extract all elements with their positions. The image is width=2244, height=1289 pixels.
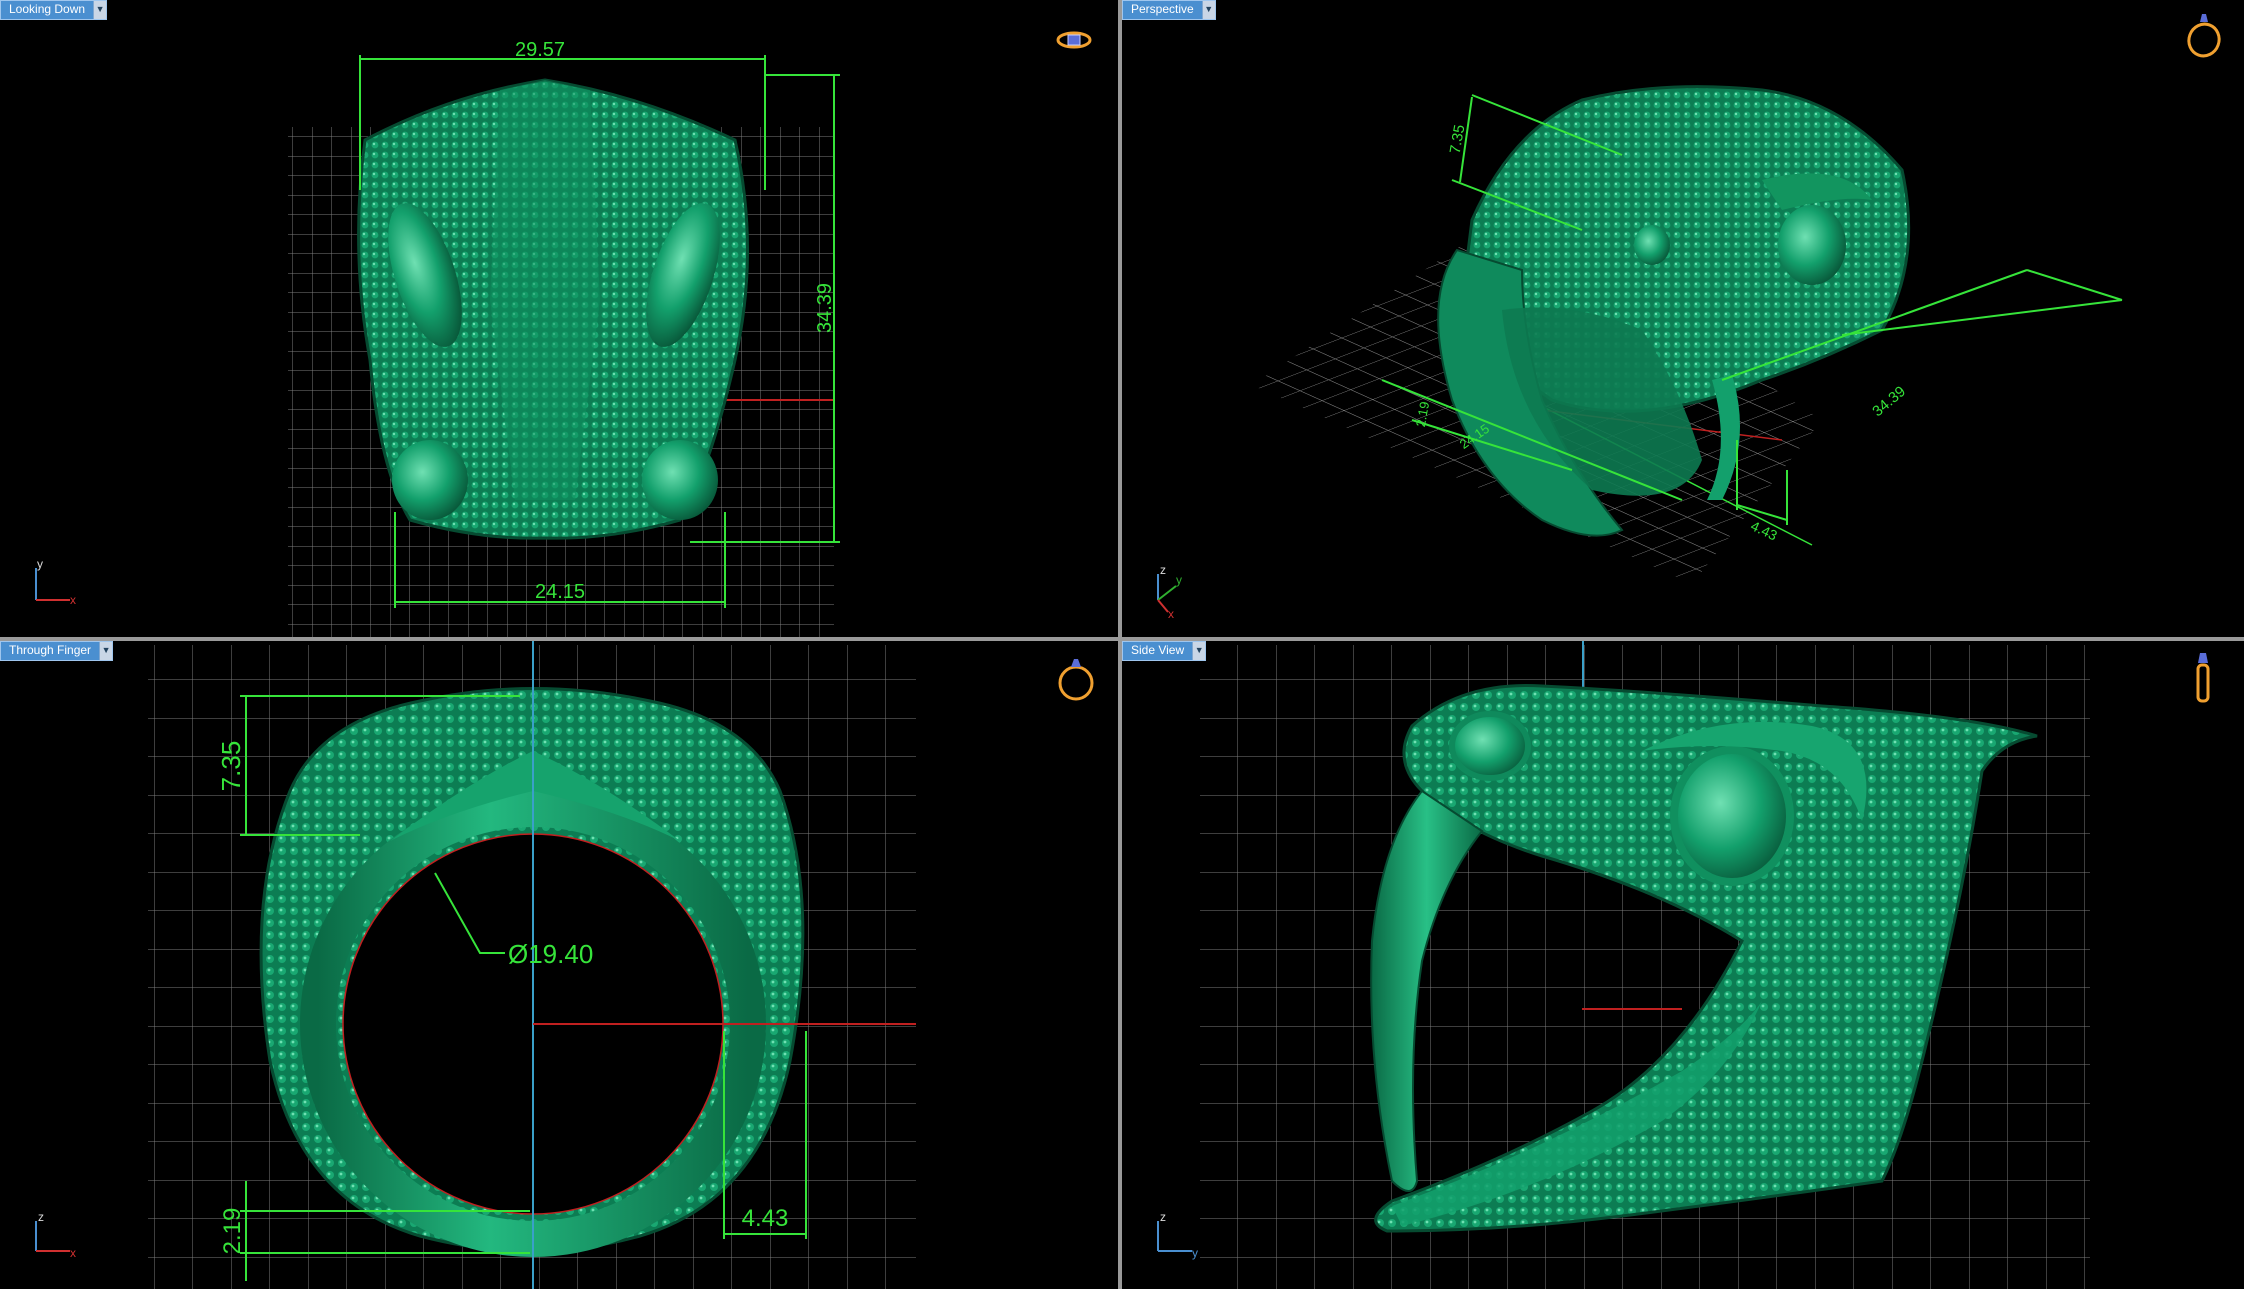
dropdown-arrow-icon[interactable]: ▼: [99, 642, 113, 660]
viewport-label-side-view[interactable]: Side View ▼: [1122, 641, 1207, 661]
viewport-label-text: Through Finger: [9, 643, 92, 657]
axis-label-z: z: [38, 1211, 44, 1224]
dimension-label-bottom-thickness: 2.19: [219, 1208, 246, 1255]
axis-label-x: x: [70, 593, 76, 607]
model-eye-left: [1634, 225, 1670, 265]
viewport-label-text: Side View: [1131, 643, 1185, 657]
axis-indicator: z y: [1157, 1211, 1198, 1260]
axis-indicator: y x: [35, 558, 76, 607]
model-eye-side: [1670, 746, 1794, 886]
viewport-label-text: Looking Down: [9, 2, 86, 16]
axis-label-y: y: [37, 558, 43, 571]
viewport-looking-down[interactable]: Looking Down ▼ y x 29.57 34.39 24.15: [0, 0, 1118, 637]
axis-label-x: x: [70, 1246, 76, 1260]
axis-label-x: x: [1168, 607, 1174, 620]
axis-indicator: z y x: [1157, 563, 1182, 620]
dimension-label-top-thickness: 7.35: [216, 741, 246, 792]
dimension-label-depth: 34.39: [1869, 383, 1909, 420]
viewport-side-view[interactable]: Side View ▼ z y: [1122, 641, 2244, 1289]
model-nostril-left: [392, 440, 468, 520]
dimension-label-small-c: 4.43: [1748, 517, 1780, 543]
viewport-label-perspective[interactable]: Perspective ▼: [1122, 0, 1216, 20]
viewport-scene[interactable]: [1122, 641, 2244, 1289]
ring-top-view-icon[interactable]: [1056, 28, 1092, 52]
ring-side-view-icon[interactable]: [2188, 649, 2218, 705]
viewport-scene[interactable]: 7.35 34.39 2.19 24.15 4.43: [1122, 0, 2244, 637]
axis-label-y: y: [1176, 573, 1182, 587]
dimension-label-inner-diameter: Ø19.40: [508, 939, 593, 969]
model-nostril-right: [642, 440, 718, 520]
axis-label-z: z: [1160, 563, 1166, 577]
viewport-label-through-finger[interactable]: Through Finger ▼: [0, 641, 114, 661]
viewport-label-text: Perspective: [1131, 2, 1194, 16]
dropdown-arrow-icon[interactable]: ▼: [1201, 1, 1215, 19]
axis-label-y: y: [1192, 1246, 1198, 1260]
ring-perspective-icon[interactable]: [2184, 8, 2224, 60]
model-eye-right: [1778, 205, 1846, 285]
dimension-label-width-bottom: 24.15: [535, 581, 585, 603]
viewport-scene[interactable]: 7.35 Ø19.40 2.19 4.43: [0, 641, 1118, 1289]
viewport-scene[interactable]: 29.57 34.39 24.15: [0, 0, 1118, 637]
ring-front-view-icon[interactable]: [1056, 651, 1096, 703]
dropdown-arrow-icon[interactable]: ▼: [93, 1, 107, 19]
viewport-perspective[interactable]: Perspective ▼ z y x 7.35 34.39 2.19 24.1…: [1122, 0, 2244, 637]
viewport-through-finger[interactable]: Through Finger ▼ z x 7.35 Ø19.40 2.19 4.…: [0, 641, 1118, 1289]
dropdown-arrow-icon[interactable]: ▼: [1192, 642, 1206, 660]
axis-indicator: z x: [35, 1211, 76, 1260]
dimension-label-width-top: 29.57: [515, 39, 565, 61]
viewport-label-looking-down[interactable]: Looking Down ▼: [0, 0, 108, 20]
axis-label-z: z: [1160, 1211, 1166, 1224]
model-nostril-side: [1449, 711, 1531, 781]
dimension-label-height: 34.39: [814, 283, 836, 333]
dimension-label-band-width: 4.43: [742, 1205, 789, 1232]
